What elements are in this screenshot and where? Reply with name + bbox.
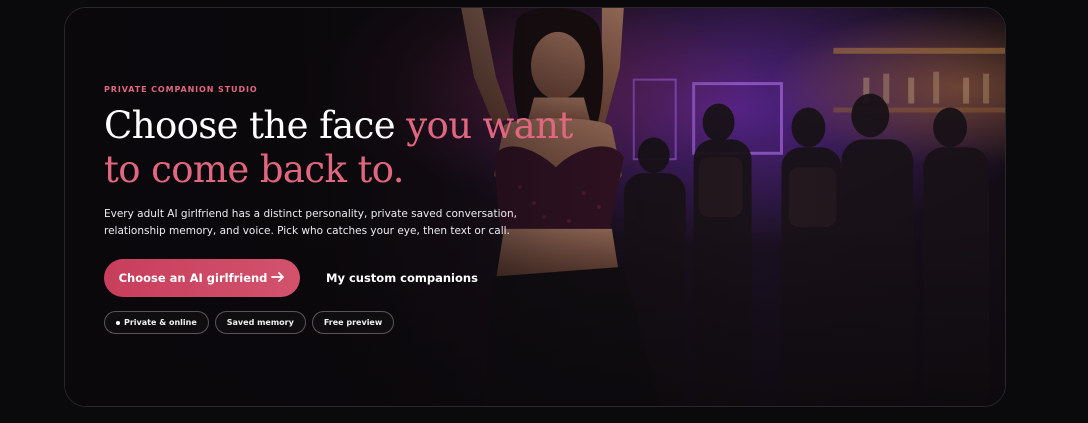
choose-girlfriend-label: Choose an AI girlfriend	[118, 271, 268, 285]
headline-accent-1: you want	[406, 104, 573, 147]
hero-description: Every adult AI girlfriend has a distinct…	[104, 208, 517, 237]
my-custom-companions-link[interactable]: My custom companions	[326, 271, 478, 285]
chip-label: Free preview	[323, 318, 383, 327]
dot-icon	[116, 320, 120, 325]
hero-headline: Choose the face you want to come back to…	[104, 104, 573, 192]
hero-content: PRIVATE COMPANION STUDIO Choose the face…	[104, 84, 573, 334]
feature-chips: Private & online Saved memory Free previ…	[104, 311, 564, 334]
headline-plain: Choose the face	[104, 104, 407, 147]
hero-actions: Choose an AI girlfriend My custom compan…	[104, 259, 564, 297]
chip-label: Private & online	[124, 318, 197, 327]
headline-accent-2: to come back to.	[104, 148, 405, 191]
hero-card: PRIVATE COMPANION STUDIO Choose the face…	[64, 7, 1006, 407]
hero-eyebrow: PRIVATE COMPANION STUDIO	[104, 85, 258, 94]
arrow-right-icon	[271, 271, 285, 285]
chip-saved-memory: Saved memory	[214, 311, 306, 334]
chip-label: Saved memory	[226, 318, 294, 327]
chip-free-preview: Free preview	[311, 311, 395, 334]
chip-private-online: Private & online	[104, 311, 209, 334]
choose-girlfriend-button[interactable]: Choose an AI girlfriend	[104, 259, 300, 297]
